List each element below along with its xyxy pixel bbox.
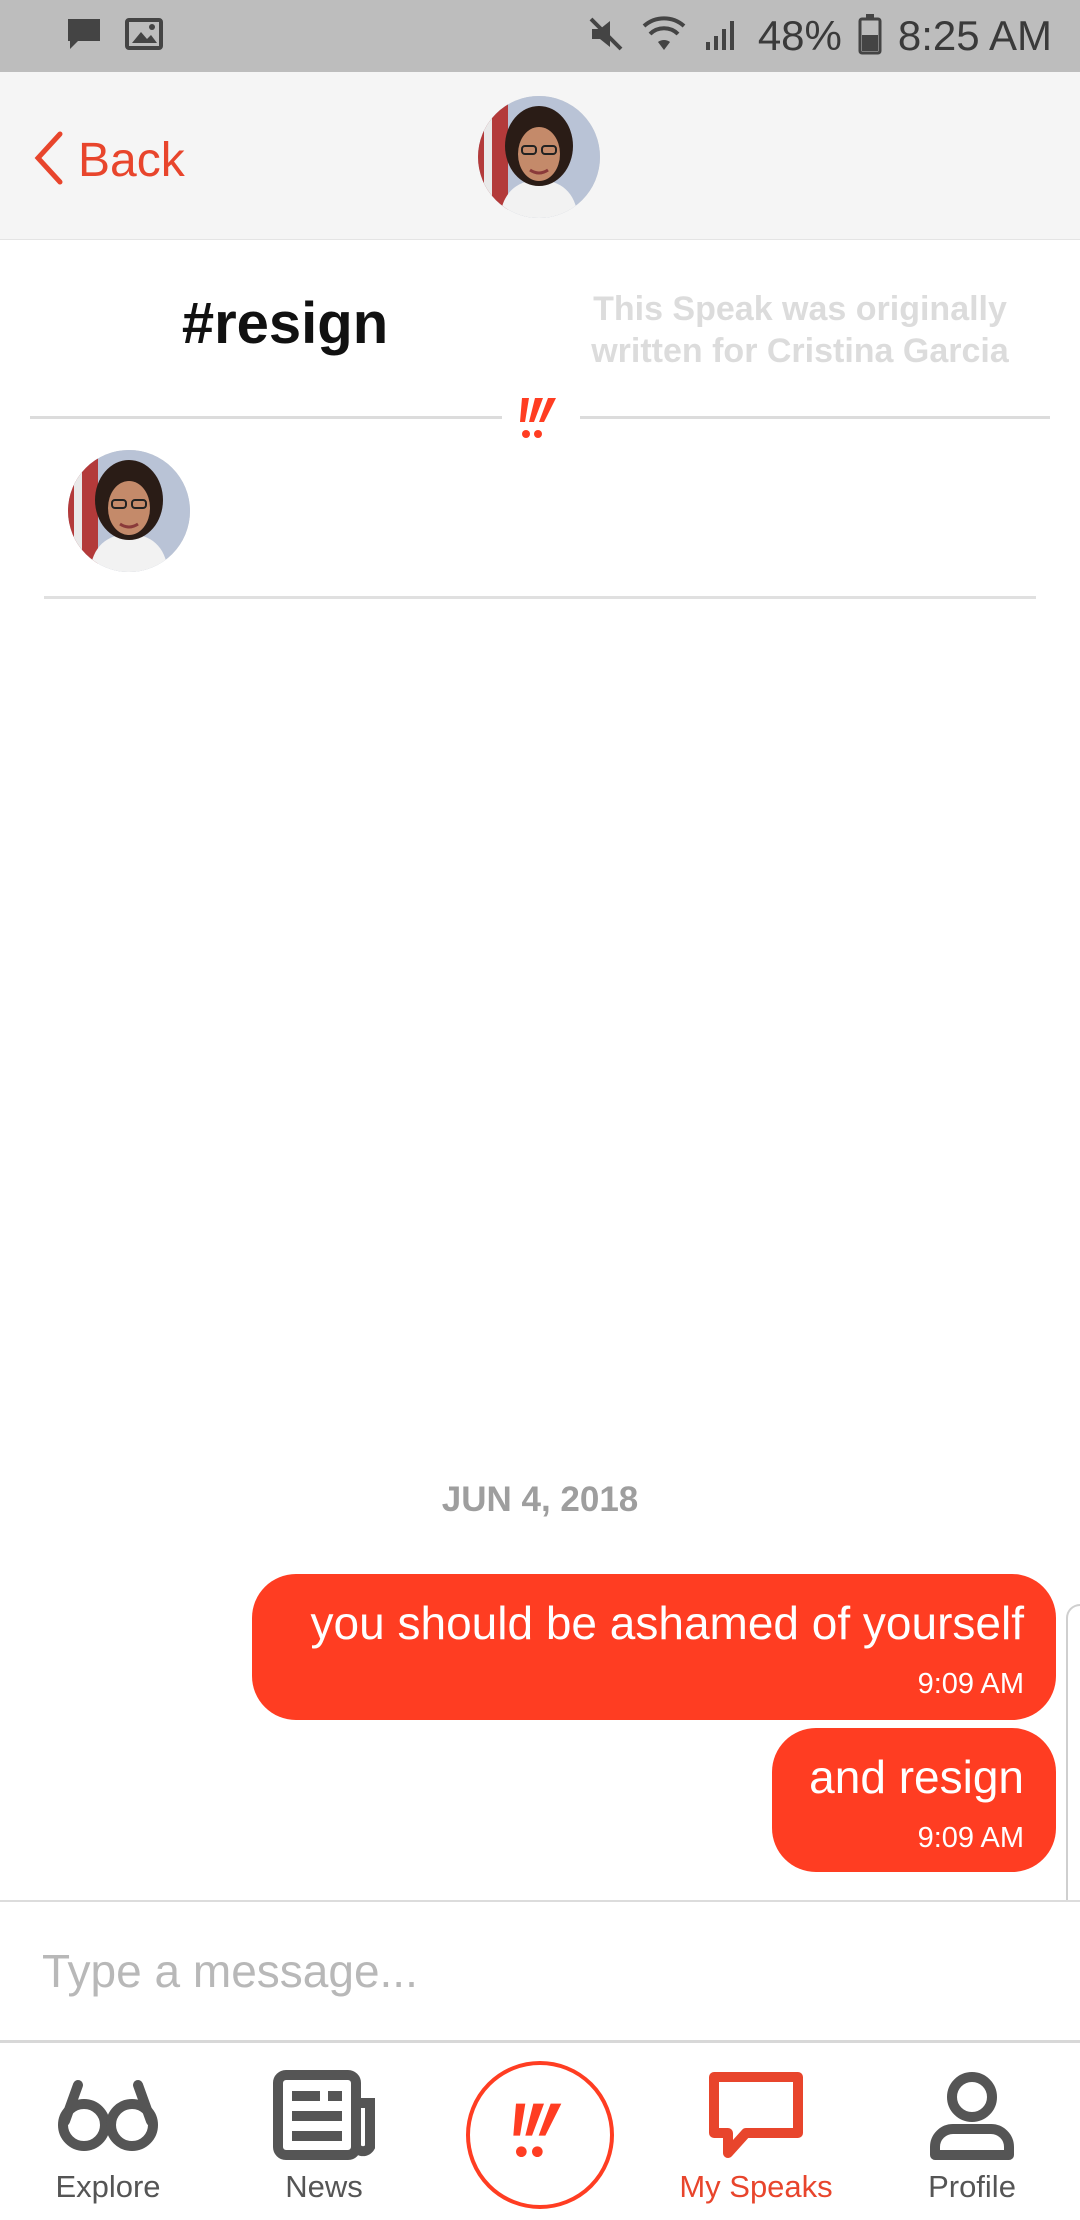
status-left-icons (64, 14, 164, 59)
image-icon (124, 14, 164, 59)
back-button[interactable]: Back (34, 130, 185, 190)
nav-news[interactable]: News (216, 2043, 432, 2220)
wifi-icon (642, 14, 686, 59)
recipients-divider (44, 596, 1036, 599)
recipient-avatar-header[interactable] (478, 96, 600, 218)
speak-title: #resign (181, 291, 389, 356)
back-label: Back (78, 133, 185, 187)
signal-icon (702, 14, 742, 59)
bottom-nav: Explore News My Speaks Profile (0, 2040, 1080, 2220)
status-bar: 48% 8:25 AM (0, 0, 1080, 72)
message-icon (64, 14, 104, 59)
profile-icon (917, 2065, 1027, 2165)
status-right-icons: 48% 8:25 AM (586, 12, 1052, 60)
message-text: you should be ashamed of yourself (310, 1597, 1024, 1649)
battery-icon (858, 13, 882, 60)
recipient-avatar[interactable] (68, 450, 190, 572)
origin-note: This Speak was originally written for Cr… (591, 290, 1009, 370)
mute-icon (586, 14, 626, 59)
news-icon (269, 2065, 379, 2165)
nav-label: Explore (55, 2169, 161, 2204)
new-speak-button[interactable] (466, 2061, 614, 2209)
message-input[interactable] (40, 1926, 1020, 2016)
app-screen: 48% 8:25 AM Back #resign This Speak was … (0, 0, 1080, 2220)
nav-label: Profile (928, 2169, 1016, 2204)
message-bubble[interactable]: and resign 9:09 AM (772, 1728, 1056, 1872)
status-time: 8:25 AM (897, 12, 1052, 59)
nav-profile[interactable]: Profile (864, 2043, 1080, 2220)
message-composer (0, 1900, 1080, 2040)
message-bubble[interactable]: you should be ashamed of yourself 9:09 A… (252, 1574, 1056, 1720)
battery-percent: 48% (757, 12, 842, 59)
message-time: 9:09 AM (917, 1822, 1024, 1854)
speak-logo-icon (510, 390, 570, 450)
conversation-date: JUN 4, 2018 (441, 1480, 639, 1519)
speak-logo-icon (500, 2093, 580, 2178)
nav-my-speaks[interactable]: My Speaks (648, 2043, 864, 2220)
chevron-left-icon (34, 130, 64, 191)
chat-bubble-icon (701, 2065, 811, 2165)
nav-label: News (285, 2169, 363, 2204)
message-time: 9:09 AM (917, 1668, 1024, 1700)
nav-explore[interactable]: Explore (0, 2043, 216, 2220)
divider-left (30, 416, 502, 419)
speak-info: #resign This Speak was originally writte… (0, 240, 1080, 600)
nav-label: My Speaks (679, 2169, 833, 2204)
message-text: and resign (809, 1751, 1024, 1803)
divider-right (580, 416, 1050, 419)
explore-icon (53, 2065, 163, 2165)
header: Back (0, 72, 1080, 240)
